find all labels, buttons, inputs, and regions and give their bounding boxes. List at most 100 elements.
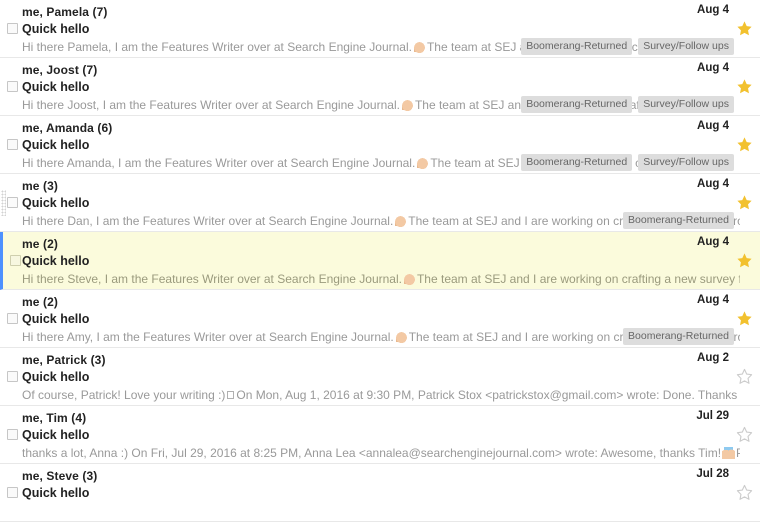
star-filled-icon[interactable] [736, 78, 754, 96]
raised-hands-emoji-icon [722, 447, 736, 459]
thread-snippet-before: Of course, Patrick! Love your writing :) [22, 388, 226, 402]
thread-subject: Quick hello [22, 138, 90, 152]
thread-date: Aug 4 [697, 236, 729, 248]
thread-snippet-before: Hi there Dan, I am the Features Writer o… [22, 214, 394, 228]
thread-row[interactable]: me, Joost (7) Quick hello Hi there Joost, … [0, 58, 760, 116]
thread-date: Aug 4 [697, 62, 729, 74]
thread-row[interactable]: me, Patrick (3) Quick hello Of course, Pat… [0, 348, 760, 406]
thread-participants: me, Joost (7) [22, 63, 98, 77]
thread-row-content: me (2) Quick hello Hi there Amy, I am the … [22, 290, 760, 347]
thread-labels: Boomerang-Returned Survey/Follow ups [521, 96, 734, 113]
thread-row[interactable]: me (3) Quick hello Hi there Dan, I am the … [0, 174, 760, 232]
thread-snippet-before: Hi there Pamela, I am the Features Write… [22, 40, 412, 54]
waving-hand-emoji-icon [394, 331, 408, 343]
thread-subject: Quick hello [22, 254, 90, 268]
label-chip[interactable]: Boomerang-Returned [623, 328, 734, 345]
thread-date: Jul 28 [696, 468, 729, 480]
thread-select-checkbox[interactable] [7, 429, 18, 440]
thread-snippet-after: PS Big fan of your work :) O [736, 446, 740, 460]
thread-row-content: me, Joost (7) Quick hello Hi there Joost, … [22, 58, 760, 115]
thread-snippet-before: Hi there Amy, I am the Features Writer o… [22, 330, 394, 344]
thread-participants: me, Tim (4) [22, 411, 87, 425]
thread-select-checkbox[interactable] [7, 371, 18, 382]
thread-subject: Quick hello [22, 370, 90, 384]
thread-row-content: me, Tim (4) Quick hello thanks a lot, Anna… [22, 406, 760, 463]
thread-snippet: Of course, Patrick! Love your writing :)… [22, 388, 740, 402]
missing-glyph-icon [227, 391, 235, 399]
star-outline-icon[interactable] [736, 426, 754, 444]
waving-hand-emoji-icon [402, 273, 416, 285]
thread-row-content: me, Amanda (6) Quick hello Hi there Amanda… [22, 116, 760, 173]
thread-row-content: me (2) Quick hello Hi there Steve, I am th… [22, 232, 760, 289]
waving-hand-emoji-icon [394, 215, 408, 227]
thread-subject: Quick hello [22, 486, 90, 500]
thread-row-content: me, Pamela (7) Quick hello Hi there Pamela… [22, 0, 760, 57]
thread-participants: me, Pamela (7) [22, 5, 108, 19]
label-chip[interactable]: Survey/Follow ups [638, 154, 734, 171]
label-chip[interactable]: Boomerang-Returned [521, 154, 633, 171]
thread-participants: me, Amanda (6) [22, 121, 113, 135]
thread-row-content: me, Steve (3) Quick hello Jul 28 [22, 464, 760, 521]
thread-participants: me (2) [22, 295, 58, 309]
thread-row[interactable]: me, Pamela (7) Quick hello Hi there Pamela… [0, 0, 760, 58]
star-filled-icon[interactable] [736, 194, 754, 212]
label-chip[interactable]: Survey/Follow ups [638, 96, 734, 113]
thread-snippet: thanks a lot, Anna :) On Fri, Jul 29, 20… [22, 446, 740, 460]
thread-participants: me, Patrick (3) [22, 353, 106, 367]
star-filled-icon[interactable] [736, 252, 754, 270]
waving-hand-emoji-icon [416, 157, 430, 169]
thread-participants: me (2) [22, 237, 58, 251]
label-chip[interactable]: Boomerang-Returned [521, 96, 633, 113]
thread-row-content: me, Patrick (3) Quick hello Of course, Pat… [22, 348, 760, 405]
thread-select-checkbox[interactable] [7, 139, 18, 150]
star-filled-icon[interactable] [736, 136, 754, 154]
thread-row[interactable]: me, Steve (3) Quick hello Jul 28 [0, 464, 760, 522]
thread-row-content: me (3) Quick hello Hi there Dan, I am the … [22, 174, 760, 231]
thread-subject: Quick hello [22, 428, 90, 442]
thread-select-checkbox[interactable] [7, 487, 18, 498]
thread-subject: Quick hello [22, 22, 90, 36]
thread-labels: Boomerang-Returned Survey/Follow ups [521, 38, 734, 55]
thread-snippet-before: Hi there Steve, I am the Features Writer… [22, 272, 402, 286]
thread-row[interactable]: me (2) Quick hello Hi there Steve, I am th… [0, 232, 760, 290]
thread-labels: Boomerang-Returned Survey/Follow ups [521, 154, 734, 171]
thread-date: Aug 4 [697, 294, 729, 306]
thread-select-checkbox[interactable] [7, 197, 18, 208]
thread-select-checkbox[interactable] [7, 23, 18, 34]
star-filled-icon[interactable] [736, 310, 754, 328]
label-chip[interactable]: Boomerang-Returned [623, 212, 734, 229]
thread-date: Aug 4 [697, 4, 729, 16]
thread-snippet-before: Hi there Joost, I am the Features Writer… [22, 98, 400, 112]
thread-row[interactable]: me (2) Quick hello Hi there Amy, I am the … [0, 290, 760, 348]
thread-subject: Quick hello [22, 196, 90, 210]
thread-subject: Quick hello [22, 80, 90, 94]
thread-snippet-before: thanks a lot, Anna :) On Fri, Jul 29, 20… [22, 446, 722, 460]
star-outline-icon[interactable] [736, 368, 754, 386]
thread-labels: Boomerang-Returned [623, 212, 734, 229]
drag-handle-icon[interactable] [1, 190, 6, 216]
star-outline-icon[interactable] [736, 484, 754, 502]
email-thread-list: me, Pamela (7) Quick hello Hi there Pamela… [0, 0, 760, 522]
thread-date: Aug 4 [697, 120, 729, 132]
thread-date: Aug 4 [697, 178, 729, 190]
thread-snippet-after: On Mon, Aug 1, 2016 at 9:30 PM, Patrick … [236, 388, 740, 402]
thread-date: Jul 29 [696, 410, 729, 422]
thread-participants: me, Steve (3) [22, 469, 98, 483]
thread-date: Aug 2 [697, 352, 729, 364]
label-chip[interactable]: Survey/Follow ups [638, 38, 734, 55]
thread-labels: Boomerang-Returned [623, 328, 734, 345]
thread-snippet: Hi there Steve, I am the Features Writer… [22, 272, 740, 286]
thread-snippet-before: Hi there Amanda, I am the Features Write… [22, 156, 416, 170]
thread-snippet-after: The team at SEJ and I are working on cra… [416, 272, 740, 286]
thread-select-checkbox[interactable] [7, 313, 18, 324]
thread-row[interactable]: me, Amanda (6) Quick hello Hi there Amanda… [0, 116, 760, 174]
thread-select-checkbox[interactable] [10, 255, 21, 266]
star-filled-icon[interactable] [736, 20, 754, 38]
thread-participants: me (3) [22, 179, 58, 193]
waving-hand-emoji-icon [412, 41, 426, 53]
thread-select-checkbox[interactable] [7, 81, 18, 92]
thread-row[interactable]: me, Tim (4) Quick hello thanks a lot, Anna… [0, 406, 760, 464]
waving-hand-emoji-icon [400, 99, 414, 111]
thread-subject: Quick hello [22, 312, 90, 326]
label-chip[interactable]: Boomerang-Returned [521, 38, 633, 55]
